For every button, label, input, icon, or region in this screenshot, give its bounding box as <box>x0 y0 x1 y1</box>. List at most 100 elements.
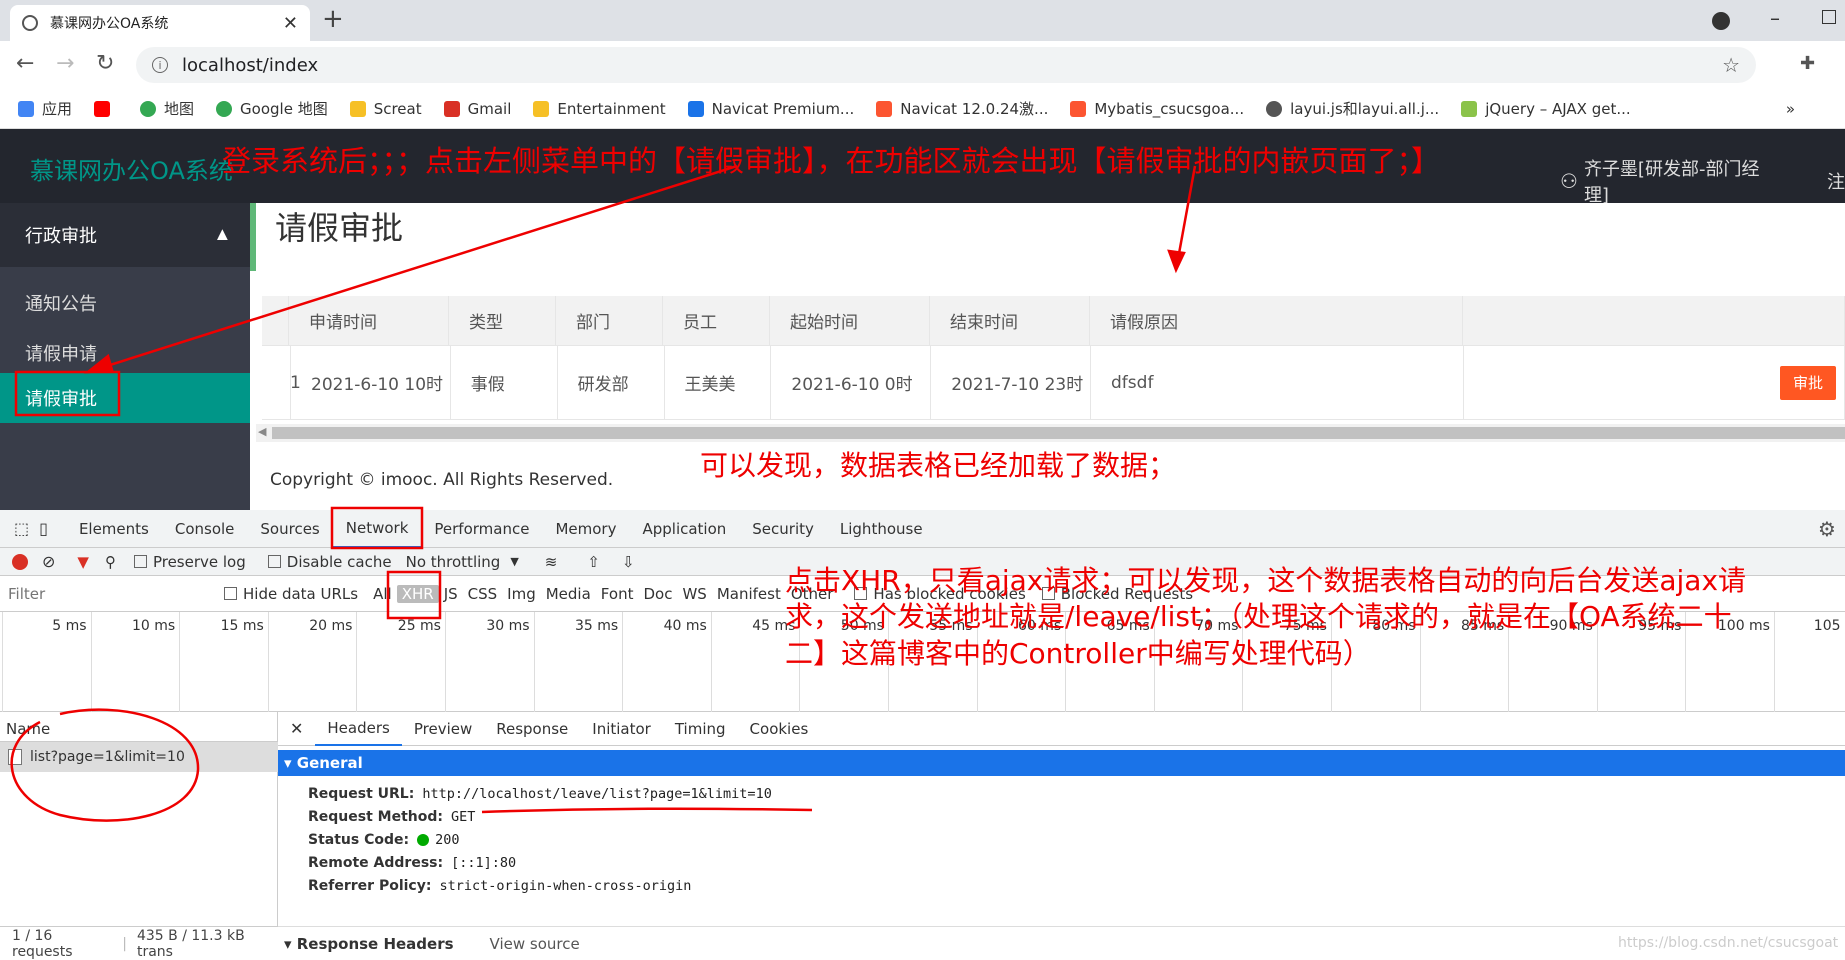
table-cell: 2021-7-10 23时 <box>931 346 1092 419</box>
filter-type-all[interactable]: All <box>368 585 397 603</box>
inspect-element-icon[interactable]: ⬚ <box>14 519 29 538</box>
filter-type-js[interactable]: JS <box>439 585 463 603</box>
bookmark-item[interactable]: 应用 <box>18 98 72 119</box>
filter-icon[interactable]: ▼ <box>77 553 89 571</box>
devtools-tab-memory[interactable]: Memory <box>542 510 629 548</box>
devtools-tab-lighthouse[interactable]: Lighthouse <box>827 510 936 548</box>
devtools-tab-bar: ⬚ ▯ Elements Console Sources Network Perform… <box>0 510 1845 548</box>
chevron-down-icon[interactable]: ▼ <box>510 555 518 568</box>
scroll-left-icon[interactable]: ◀ <box>258 425 266 438</box>
settings-gear-icon[interactable]: ⚙ <box>1818 517 1836 541</box>
sidebar-group-admin-approval[interactable]: 行政审批 ▼ <box>0 203 250 267</box>
scrollbar-thumb[interactable] <box>272 427 1845 439</box>
filter-type-css[interactable]: CSS <box>463 585 503 603</box>
bookmark-item[interactable] <box>94 100 118 117</box>
apps-grid-icon <box>18 100 34 117</box>
forward-button[interactable]: → <box>56 51 74 76</box>
bookmark-item[interactable]: Entertainment <box>533 100 666 118</box>
devtools-tab-elements[interactable]: Elements <box>66 510 162 548</box>
url-bar[interactable]: i localhost/index ☆ <box>136 47 1756 83</box>
info-icon[interactable]: i <box>152 57 168 73</box>
bookmark-item[interactable]: Google 地图 <box>216 98 328 119</box>
filter-input[interactable] <box>0 580 212 607</box>
close-tab-icon[interactable]: ✕ <box>283 13 298 34</box>
filter-type-manifest[interactable]: Manifest <box>712 585 786 603</box>
field-value[interactable]: http://localhost/leave/list?page=1&limit… <box>422 786 772 802</box>
devtools-tab-performance[interactable]: Performance <box>421 510 542 548</box>
devtools-tab-sources[interactable]: Sources <box>247 510 332 548</box>
profile-menu-icon[interactable] <box>1712 12 1730 30</box>
reload-button[interactable]: ↻ <box>96 51 114 76</box>
bookmark-label: Navicat 12.0.24激... <box>900 100 1049 118</box>
detail-tab-timing[interactable]: Timing <box>663 712 738 746</box>
minimize-button[interactable]: – <box>1770 6 1780 30</box>
maximize-button[interactable] <box>1822 10 1836 24</box>
user-menu[interactable]: ⚇ 齐子墨[研发部-部门经理] 注 <box>1560 155 1845 207</box>
network-conditions-icon[interactable]: ≋ <box>545 553 558 571</box>
response-headers-section[interactable]: ▾ Response Headers View source <box>278 926 1845 960</box>
detail-tab-initiator[interactable]: Initiator <box>580 712 663 746</box>
field-value[interactable]: GET <box>451 809 475 825</box>
detail-tab-preview[interactable]: Preview <box>402 712 484 746</box>
approve-button[interactable]: 审批 <box>1779 365 1836 400</box>
table-scrollbar[interactable]: ◀ <box>256 424 1845 442</box>
bookmark-item[interactable]: Navicat 12.0.24激... <box>876 98 1048 119</box>
bookmark-item[interactable]: jQuery – AJAX get... <box>1461 100 1631 118</box>
preserve-log-checkbox[interactable]: Preserve log <box>133 553 246 571</box>
bookmarks-overflow-button[interactable]: » <box>1786 100 1795 118</box>
sidebar-group-label: 行政审批 <box>25 226 97 247</box>
import-har-icon[interactable]: ⇧ <box>587 553 600 571</box>
filter-type-ws[interactable]: WS <box>677 585 711 603</box>
filter-type-doc[interactable]: Doc <box>638 585 677 603</box>
hide-data-urls-checkbox[interactable]: Hide data URLs <box>224 585 358 603</box>
disable-cache-checkbox[interactable]: Disable cache <box>267 553 392 571</box>
device-toolbar-icon[interactable]: ▯ <box>39 519 48 538</box>
sidebar-item-leave-apply[interactable]: 请假申请 <box>0 328 250 378</box>
back-button[interactable]: ← <box>16 51 34 76</box>
tick-label: 20 ms <box>309 618 353 634</box>
filter-type-xhr[interactable]: XHR <box>396 584 439 603</box>
bookmark-item[interactable]: Navicat Premium... <box>687 100 854 118</box>
detail-tab-cookies[interactable]: Cookies <box>738 712 821 746</box>
bookmark-item[interactable]: Screat <box>349 100 422 118</box>
sidebar-item-leave-approval[interactable]: 请假审批 <box>0 373 250 423</box>
request-detail-pane: ✕ Headers Preview Response Initiator Timing C… <box>278 712 1845 960</box>
network-summary: 1 / 16 requests | 435 B / 11.3 kB trans <box>0 926 278 960</box>
name-column-header[interactable]: Name <box>0 712 278 742</box>
devtools-tab-security[interactable]: Security <box>739 510 827 548</box>
detail-tab-headers[interactable]: Headers <box>315 712 402 746</box>
record-icon[interactable] <box>12 553 28 570</box>
new-tab-button[interactable]: + <box>322 4 344 34</box>
search-icon[interactable]: ⚲ <box>105 553 116 571</box>
request-row[interactable]: list?page=1&limit=10 <box>0 742 278 772</box>
devtools-tab-network[interactable]: Network <box>332 510 422 548</box>
browser-tab[interactable]: 慕课网办公OA系统 ✕ <box>10 5 310 41</box>
filter-type-font[interactable]: Font <box>596 585 639 603</box>
filter-type-img[interactable]: Img <box>502 585 541 603</box>
field-value[interactable]: [::1]:80 <box>451 855 516 871</box>
field-value[interactable]: strict-origin-when-cross-origin <box>439 878 691 894</box>
chevron-up-icon: ▼ <box>217 227 228 243</box>
devtools-tab-application[interactable]: Application <box>629 510 739 548</box>
document-icon <box>8 749 22 765</box>
close-icon[interactable]: ✕ <box>278 719 315 738</box>
logout-link[interactable]: 注 <box>1827 168 1845 194</box>
extensions-icon[interactable]: ✚ <box>1800 53 1815 74</box>
bookmark-item[interactable]: Gmail <box>443 100 511 118</box>
bookmark-item[interactable]: 地图 <box>140 98 194 119</box>
table-cell: 2021-6-10 0时 <box>771 346 932 419</box>
export-har-icon[interactable]: ⇩ <box>622 553 635 571</box>
throttling-select[interactable]: No throttling <box>406 553 501 571</box>
general-section-header[interactable]: ▾ General <box>278 750 1845 776</box>
bookmark-item[interactable]: Mybatis_csucsgoa... <box>1070 100 1244 118</box>
detail-tab-response[interactable]: Response <box>484 712 580 746</box>
filter-type-media[interactable]: Media <box>541 585 596 603</box>
bookmark-item[interactable]: layui.js和layui.all.j... <box>1266 98 1439 119</box>
clear-icon[interactable]: ⊘ <box>42 552 55 571</box>
bookmark-star-icon[interactable]: ☆ <box>1722 53 1740 77</box>
view-source-link[interactable]: View source <box>490 935 580 953</box>
field-value[interactable]: 200 <box>435 832 459 848</box>
checkbox-label: Hide data URLs <box>243 584 359 603</box>
sidebar-item-notice[interactable]: 通知公告 <box>0 278 250 328</box>
devtools-tab-console[interactable]: Console <box>162 510 248 548</box>
